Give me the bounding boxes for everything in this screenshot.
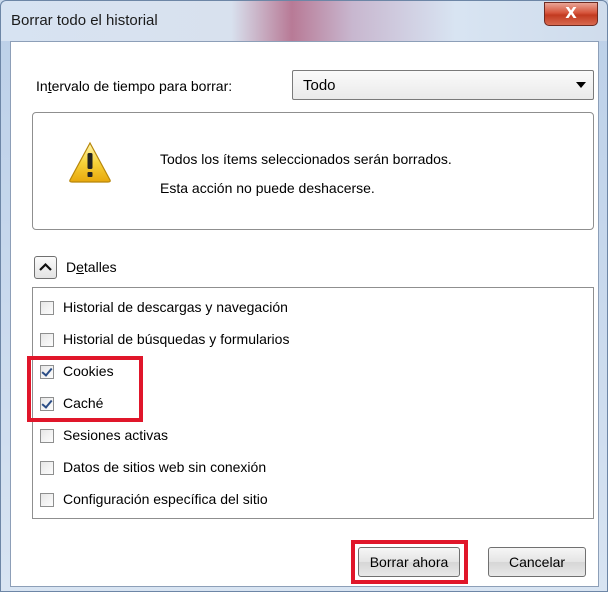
checkbox-unchecked[interactable]: [40, 429, 54, 443]
window-title: Borrar todo el historial: [11, 12, 158, 29]
details-label: Detalles: [66, 259, 117, 275]
dialog-content: Intervalo de tiempo para borrar: Todo To…: [10, 41, 599, 587]
title-bar[interactable]: Borrar todo el historial X: [1, 1, 607, 41]
time-range-value: Todo: [303, 77, 336, 94]
checkbox-unchecked[interactable]: [40, 461, 54, 475]
time-range-select[interactable]: Todo: [292, 70, 594, 100]
checklist-item-label: Datos de sitios web sin conexión: [63, 459, 267, 475]
checklist-item-label: Historial de descargas y navegación: [63, 299, 288, 315]
time-range-label: Intervalo de tiempo para borrar:: [36, 78, 233, 94]
checklist-item-label: Configuración específica del sitio: [63, 491, 268, 507]
highlight-box-cookies-cache: [27, 356, 143, 422]
warning-panel: Todos los ítems seleccionados serán borr…: [32, 112, 594, 230]
checkbox-unchecked[interactable]: [40, 301, 54, 315]
checkbox-unchecked[interactable]: [40, 333, 54, 347]
checkbox-unchecked[interactable]: [40, 493, 54, 507]
close-icon: X: [565, 4, 577, 22]
checklist-item-label: Historial de búsquedas y formularios: [63, 331, 290, 347]
cancel-button[interactable]: Cancelar: [488, 547, 586, 577]
highlight-box-clear-now: [351, 540, 468, 584]
warning-text-line2: Esta acción no puede deshacerse.: [160, 180, 375, 196]
chevron-down-icon: [576, 82, 586, 88]
close-button[interactable]: X: [544, 2, 598, 26]
dialog-window: Borrar todo el historial X Intervalo de …: [0, 0, 608, 592]
warning-icon: [69, 141, 111, 183]
details-toggle-button[interactable]: [34, 256, 57, 279]
chevron-up-icon: [39, 262, 52, 271]
checklist-item-label: Sesiones activas: [63, 427, 169, 443]
warning-text-line1: Todos los ítems seleccionados serán borr…: [160, 151, 452, 167]
